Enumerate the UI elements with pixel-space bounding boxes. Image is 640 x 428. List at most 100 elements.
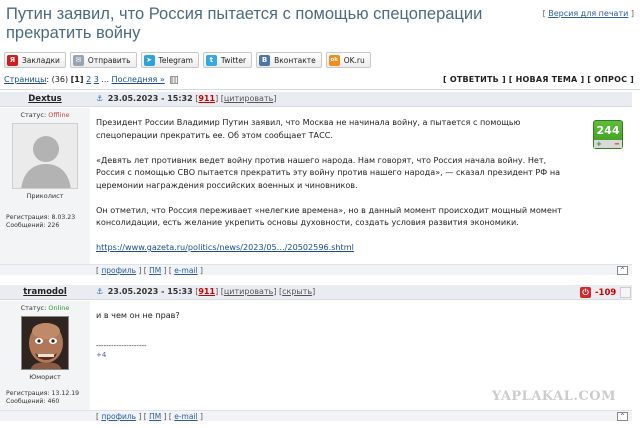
share-telegram-button[interactable]: ➤ Telegram (140, 52, 199, 68)
user-panel: Статус: Online Юморист Регистрация: 13.1… (0, 301, 90, 413)
signature: -------------------- +4 (96, 342, 566, 360)
pager-ellipsis: ... (101, 75, 109, 84)
topic-actions: [ ОТВЕТИТЬ ] [ НОВАЯ ТЕМА ] [ ОПРОС ] (442, 75, 634, 84)
post-rating: ⏻ -109 (580, 287, 632, 298)
bracket: ] (215, 94, 219, 103)
post: tramodol ⚓ 23.05.2023 - 15:33 [911] [цит… (0, 285, 632, 428)
signature-line: -------------------- (96, 341, 147, 350)
current-page: [1] (70, 75, 84, 84)
profile-link[interactable]: профиль (101, 412, 136, 421)
minus-icon[interactable]: − (614, 140, 620, 148)
user-rank: Приколист (26, 192, 64, 200)
author-name[interactable]: tramodol (0, 287, 90, 297)
status-label: Статус: (20, 111, 47, 119)
quote-link[interactable]: цитировать (224, 94, 273, 103)
yandex-icon: Я (7, 54, 18, 66)
email-link[interactable]: e-mail (174, 412, 197, 421)
share-label: Закладки (22, 55, 60, 65)
avatar-face-icon (22, 317, 68, 369)
topic-header: Путин заявил, что Россия пытается с помо… (4, 3, 636, 46)
share-twitter-button[interactable]: t Twitter (202, 52, 253, 68)
user-stats: Регистрация: 13.12.19 Сообщений: 460 (6, 390, 79, 406)
page-3-link[interactable]: 3 (94, 75, 99, 84)
watermark: YAPLAKAL.COM (491, 389, 616, 404)
post-number[interactable]: 911 (198, 94, 215, 103)
post-text: и в чем он не прав? (96, 310, 180, 320)
post-paragraph: «Девять лет противник ведет войну против… (96, 154, 561, 190)
user-stats: Регистрация: 8.03.23 Сообщений: 226 (6, 214, 75, 230)
page-count: (36) (51, 75, 69, 84)
scroll-up-icon[interactable]: ^ (617, 412, 628, 421)
share-bookmarks-button[interactable]: Я Закладки (4, 52, 66, 68)
status-label: Статус: (20, 304, 47, 312)
anchor-icon[interactable]: ⚓ (96, 287, 103, 296)
signature-text: +4 (96, 350, 107, 359)
status-value: Online (48, 304, 70, 312)
post-content: Президент России Владимир Путин заявил, … (96, 116, 566, 254)
author-name[interactable]: Dextus (0, 94, 90, 104)
default-avatar-icon (13, 124, 77, 188)
post-header: tramodol ⚓ 23.05.2023 - 15:33 [911] [цит… (0, 285, 632, 300)
bracket: ] (312, 287, 316, 296)
post: Dextus ⚓ 23.05.2023 - 15:32 [911] [цитир… (0, 92, 632, 277)
profile-link[interactable]: профиль (101, 266, 136, 275)
user-status: Статус: Online (0, 304, 90, 312)
post-paragraph: Он отметил, что Россия переживает «нелег… (96, 204, 562, 228)
share-bar: Я Закладки ✉ Отправить ➤ Telegram t Twit… (4, 52, 371, 68)
ok-icon: ok (328, 54, 340, 66)
rating-value: -109 (595, 287, 617, 298)
vk-icon: B (259, 54, 271, 66)
share-label: Вконтакте (274, 55, 316, 65)
bracket: ] (273, 287, 277, 296)
print-version-link[interactable]: Версия для печати (548, 9, 628, 18)
rating-value: 244 (596, 124, 620, 137)
user-panel: Статус: Offline Приколист Регистрация: 8… (0, 108, 90, 265)
post-paragraph: Президент России Владимир Путин заявил, … (96, 117, 521, 140)
share-label: Twitter (220, 55, 247, 65)
last-page-link[interactable]: Последняя » (112, 75, 165, 84)
source-link[interactable]: https://www.gazeta.ru/politics/news/2023… (96, 242, 354, 252)
footer-links: [ профиль ] [ ПМ ] [ e-mail ] (96, 412, 203, 421)
anchor-icon[interactable]: ⚓ (96, 94, 103, 103)
message-count: Сообщений: 226 (6, 222, 60, 229)
post-meta: ⚓ 23.05.2023 - 15:32 [911] [цитировать] (96, 94, 276, 103)
new-topic-button[interactable]: НОВАЯ ТЕМА (516, 75, 578, 84)
downvote-icon[interactable]: ⏻ (580, 287, 591, 298)
upvote-icon[interactable] (620, 287, 632, 298)
telegram-icon: ➤ (143, 54, 155, 66)
poll-button[interactable]: ОПРОС (594, 75, 627, 84)
avatar[interactable] (12, 123, 78, 189)
scroll-up-icon[interactable]: ^ (617, 266, 628, 275)
pm-link[interactable]: ПМ (149, 412, 161, 421)
post-footer: [ профиль ] [ ПМ ] [ e-mail ] ^ (0, 410, 632, 421)
post-number[interactable]: 911 (198, 287, 215, 296)
post-rating: 244 + − (593, 120, 623, 149)
page-title: Путин заявил, что Россия пытается с помо… (6, 5, 483, 42)
reply-button[interactable]: ОТВЕТИТЬ (450, 75, 499, 84)
user-status: Статус: Offline (0, 111, 90, 119)
bracket: [ (542, 9, 546, 18)
pages-colon: : (46, 75, 50, 84)
post-footer: [ профиль ] [ ПМ ] [ e-mail ] ^ (0, 264, 632, 275)
share-label: Отправить (87, 55, 131, 65)
pages-link[interactable]: Страницы (4, 75, 46, 84)
plus-icon[interactable]: + (596, 140, 602, 148)
email-link[interactable]: e-mail (174, 266, 197, 275)
page-2-link[interactable]: 2 (86, 75, 91, 84)
registration-date: Регистрация: 13.12.19 (6, 390, 80, 397)
share-vk-button[interactable]: B Вконтакте (256, 52, 322, 68)
bracket: ] (273, 94, 277, 103)
avatar[interactable] (21, 316, 69, 370)
post-header: Dextus ⚓ 23.05.2023 - 15:32 [911] [цитир… (0, 92, 632, 107)
grid-icon[interactable] (170, 75, 179, 84)
post-meta: ⚓ 23.05.2023 - 15:33 [911] [цитировать] … (96, 287, 315, 296)
pm-link[interactable]: ПМ (149, 266, 161, 275)
share-send-button[interactable]: ✉ Отправить (69, 52, 137, 68)
bracket: ] (215, 287, 219, 296)
user-rank: Юморист (29, 373, 61, 381)
share-ok-button[interactable]: ok OK.ru (325, 52, 371, 68)
hide-link[interactable]: скрыть (282, 287, 312, 296)
quote-link[interactable]: цитировать (224, 287, 273, 296)
status-value: Offline (48, 111, 70, 119)
post-date: 23.05.2023 - 15:33 (107, 287, 193, 296)
